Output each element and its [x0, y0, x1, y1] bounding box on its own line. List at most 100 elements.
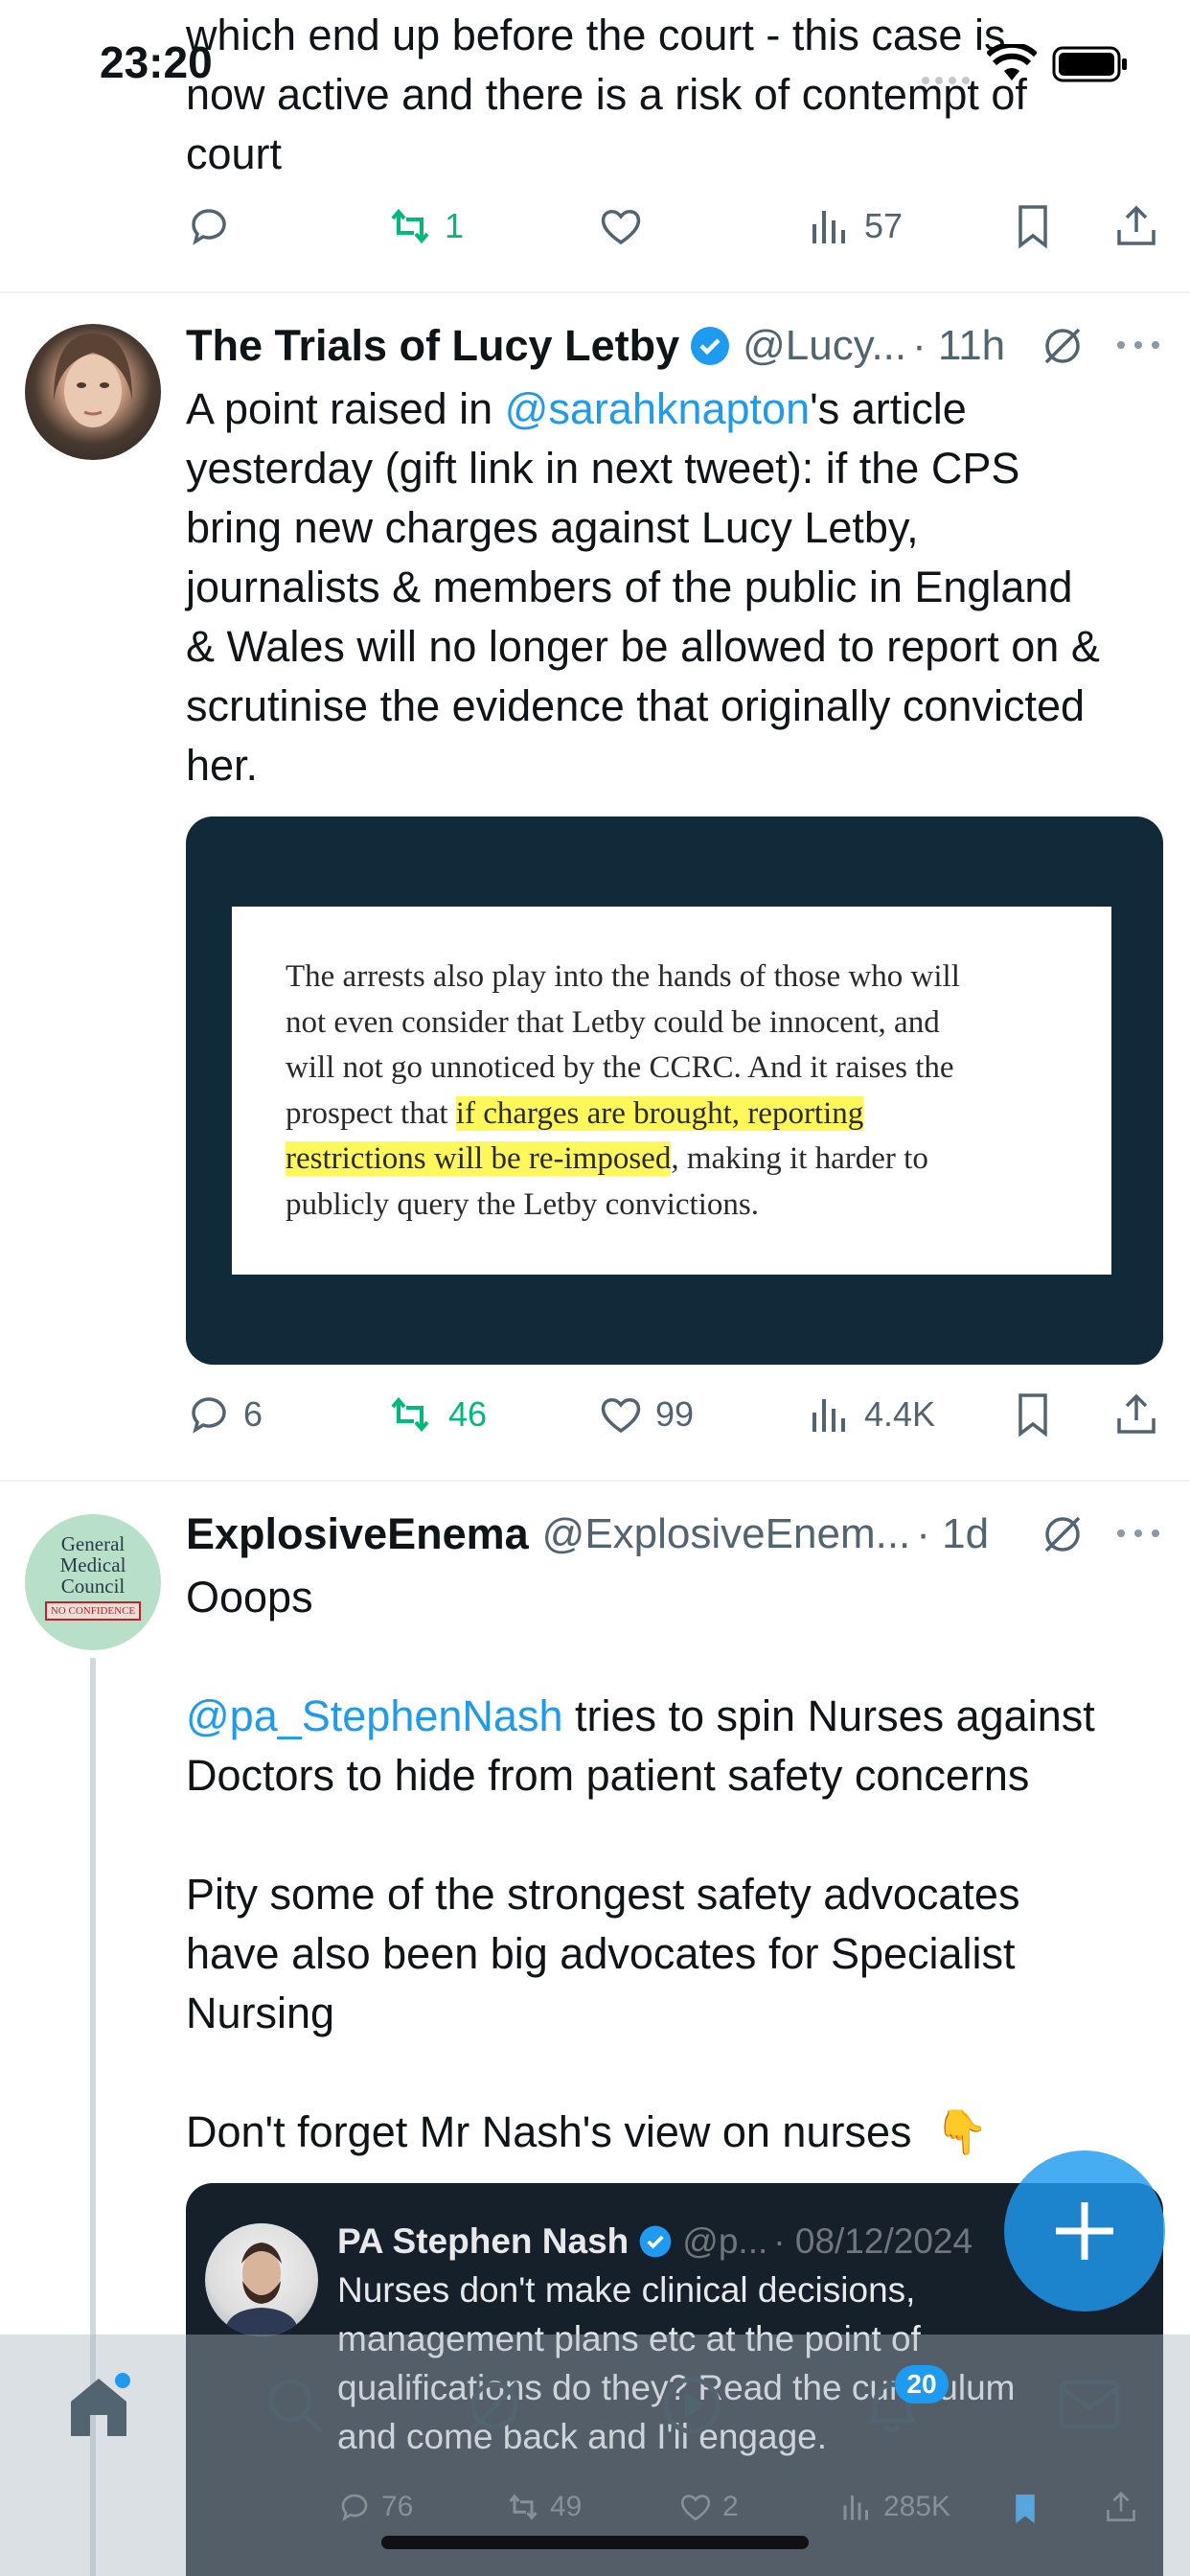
tweet-line: & Wales will no longer be allowed to rep… [186, 622, 1100, 671]
share-button[interactable] [1113, 1392, 1159, 1438]
tweet-time[interactable]: · 11h [912, 322, 1005, 370]
tweet-text-fragment: 's article [810, 384, 967, 433]
tweet-line: Doctors to hide from patient safety conc… [186, 1751, 1030, 1800]
avatar-stamp: NO CONFIDENCE [44, 1601, 142, 1621]
views-count: 4.4K [864, 1394, 936, 1434]
avatar-portrait-icon [224, 2242, 299, 2336]
verified-badge-icon [639, 2225, 672, 2258]
tweet-line: journalists & members of the public in E… [186, 563, 1073, 611]
author-name[interactable]: The Trials of Lucy Letby [186, 321, 679, 371]
grok-icon [469, 2380, 519, 2432]
share-button[interactable] [1113, 203, 1159, 249]
bookmark-button[interactable] [1010, 1392, 1056, 1438]
author-name[interactable]: ExplosiveEnema [186, 1509, 529, 1559]
tab-grok[interactable] [464, 2375, 525, 2441]
home-icon [71, 2373, 130, 2436]
more-options-icon[interactable] [1115, 1524, 1161, 1548]
bookmark-icon [1018, 205, 1047, 249]
status-time: 23:20 [100, 37, 213, 87]
tweet-line: her. [186, 741, 259, 790]
tab-bar: 20 [0, 2334, 1190, 2576]
article-excerpt-text: The arrests also play into the hands of … [286, 954, 1090, 1228]
retweet-icon [391, 208, 429, 244]
tweet-body: A point raised in @sarahknapton's articl… [186, 380, 1173, 795]
reply-count: 6 [243, 1394, 263, 1434]
retweet-button[interactable]: 1 [387, 203, 464, 249]
excerpt-highlight: restrictions will be re-imposed [286, 1141, 672, 1176]
verified-badge-icon [691, 327, 730, 365]
notifications-badge: 20 [895, 2365, 949, 2404]
tweet-line: yesterday (gift link in next tweet): if … [186, 444, 1020, 493]
heart-icon [601, 1398, 641, 1434]
retweet-count: 46 [448, 1394, 488, 1434]
tab-notifications[interactable]: 20 [858, 2365, 949, 2445]
grok-icon[interactable] [1041, 324, 1085, 373]
tab-messages[interactable] [1058, 2379, 1121, 2435]
views-button[interactable]: 57 [807, 203, 903, 249]
divider [0, 1480, 1190, 1482]
tweet-body: Ooops @pa_StephenNash tries to spin Nurs… [186, 1568, 1173, 2162]
tweet-line: have also been big advocates for Special… [186, 1929, 1016, 1978]
tweet-text-fragment: Don't forget Mr Nash's view on nurses [186, 2107, 912, 2156]
tweet-line: A point raised in @sarahknapton's articl… [186, 380, 1173, 439]
tweet-line: court [186, 129, 283, 178]
mention-link[interactable]: @pa_StephenNash [186, 1691, 562, 1740]
status-bar: 23:20 [0, 0, 1190, 115]
play-icon [663, 2377, 721, 2434]
tweet-line: Pity some of the strongest safety advoca… [186, 1870, 1020, 1919]
like-button[interactable] [598, 203, 644, 249]
like-button[interactable]: 99 [598, 1392, 694, 1438]
excerpt-line: prospect that if charges are brought, re… [286, 1092, 1090, 1138]
tab-video[interactable] [661, 2375, 722, 2441]
more-options-icon[interactable] [1115, 335, 1161, 359]
tweet-line: Nursing [186, 1989, 335, 2037]
home-indicator [381, 2536, 809, 2549]
tweet-image[interactable]: The arrests also play into the hands of … [186, 816, 1163, 1365]
tweet-header: The Trials of Lucy Letby @Lucy... · 11h [186, 316, 1005, 376]
mention-link[interactable]: @sarahknapton [505, 384, 810, 433]
reply-button[interactable] [186, 203, 232, 249]
tweet-line: @pa_StephenNash tries to spin Nurses aga… [186, 1687, 1173, 1746]
compose-button[interactable] [1004, 2150, 1165, 2312]
reply-icon [192, 209, 226, 245]
excerpt-line: The arrests also play into the hands of … [286, 959, 960, 994]
avatar-logo-line: Council [60, 1575, 126, 1598]
tweet-line: bring new charges against Lucy Letby, [186, 503, 919, 552]
tweet-time[interactable]: · 1d [916, 1510, 989, 1558]
avatar-portrait-icon [54, 334, 132, 427]
pointing-down-emoji: 👇 [934, 2107, 989, 2156]
signal-icon [920, 58, 973, 91]
quoted-author-name: PA Stephen Nash [337, 2221, 629, 2261]
share-icon [1117, 205, 1156, 245]
author-handle[interactable]: @Lucy... [743, 322, 906, 370]
avatar-logo-text: General Medical Council NO CONFIDENCE [25, 1533, 161, 1621]
excerpt-line: will not go unnoticed by the CCRC. And i… [286, 1050, 954, 1085]
heart-icon [601, 210, 641, 245]
tab-home[interactable] [67, 2373, 130, 2445]
avatar-logo-line: General [60, 1532, 126, 1555]
plus-icon [1056, 2202, 1113, 2260]
tweet-header: ExplosiveEnema @ExplosiveEnem... · 1d [186, 1505, 989, 1564]
grok-icon[interactable] [1041, 1512, 1085, 1561]
retweet-icon [391, 1396, 429, 1433]
like-count: 99 [655, 1394, 695, 1434]
views-button[interactable]: 4.4K [807, 1392, 935, 1438]
battery-icon [1052, 46, 1129, 87]
mail-icon [1059, 2380, 1120, 2429]
avatar[interactable]: General Medical Council NO CONFIDENCE [25, 1514, 161, 1650]
wifi-icon [985, 41, 1039, 87]
avatar[interactable] [25, 324, 161, 460]
bookmark-button[interactable] [1010, 203, 1056, 249]
excerpt-fragment: , making it harder to [671, 1141, 928, 1176]
reply-button[interactable]: 6 [186, 1392, 263, 1438]
excerpt-line: restrictions will be re-imposed, making … [286, 1137, 1090, 1183]
search-icon [268, 2379, 324, 2434]
excerpt-fragment: prospect that [286, 1095, 456, 1131]
retweet-button[interactable]: 46 [387, 1392, 487, 1438]
author-handle[interactable]: @ExplosiveEnem... [542, 1510, 911, 1558]
tab-search[interactable] [264, 2375, 326, 2441]
tweet-line: scrutinise the evidence that originally … [186, 681, 1086, 730]
